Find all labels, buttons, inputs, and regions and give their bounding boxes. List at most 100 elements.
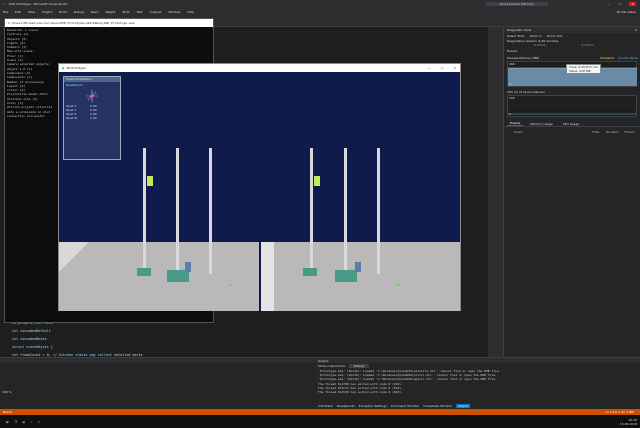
- gizmo-center: [90, 94, 94, 98]
- zoom-level[interactable]: 100 %: [2, 390, 12, 394]
- menu-item-test[interactable]: Test: [137, 10, 143, 14]
- output-panel: Output Show output from: Debug 'Prototyp…: [0, 357, 640, 409]
- app-minimize-icon[interactable]: —: [428, 66, 431, 70]
- flag: [314, 176, 320, 186]
- vs-menu-bar: File Edit View Project Build Debug Team …: [0, 8, 640, 15]
- memory-legend: Process Memory (MB) Snapshot Private Byt…: [504, 56, 640, 60]
- output-line: The thread 0x1530 has exited with code 0…: [318, 390, 403, 395]
- head-orientation-panel[interactable]: Head Orientation Quaternion Quat X 0.00 Qu…: [63, 76, 121, 160]
- output-line: 'Prototype.exe' (Win32): Loaded 'C:\Wind…: [318, 377, 497, 382]
- tab-events[interactable]: Events: [507, 121, 524, 126]
- diag-tabs: Events Memory Usage CPU Usage: [504, 121, 640, 127]
- col-event[interactable]: Event: [514, 130, 592, 134]
- menu-item-view[interactable]: View: [28, 10, 35, 14]
- menu-item-project[interactable]: Project: [42, 10, 52, 14]
- output-source-label: Show output from:: [318, 364, 346, 368]
- status-ready: Ready: [3, 410, 13, 414]
- menu-item-tools[interactable]: Tools: [122, 10, 129, 14]
- box: [303, 268, 317, 276]
- memory-label: Process Memory (MB): [507, 56, 540, 60]
- windows-start-icon[interactable]: ⊞: [6, 420, 9, 424]
- orientation-gizmo-icon: [86, 90, 98, 102]
- tab-exception-settings[interactable]: Exception Settings: [359, 404, 387, 408]
- app-close-icon[interactable]: ✕: [453, 66, 456, 70]
- marker: [229, 284, 233, 286]
- quat-row: Quat W 1.00: [66, 116, 118, 120]
- minimize-icon[interactable]: —: [608, 2, 611, 6]
- cpu-max: 100: [509, 96, 515, 100]
- zoom-in-button[interactable]: Zoom In: [530, 34, 542, 38]
- quick-launch-input[interactable]: Quick Launch (Ctrl+Q): [485, 2, 548, 6]
- output-source-select[interactable]: Debug: [348, 364, 369, 368]
- tab-memory-usage[interactable]: Memory Usage: [527, 122, 556, 126]
- close-icon[interactable]: ✕: [629, 2, 636, 6]
- console-taskbar-icon[interactable]: ▭: [38, 420, 41, 424]
- events-table-header: Event Time Duration Thread: [504, 130, 640, 134]
- pole: [344, 148, 347, 282]
- tab-command-window[interactable]: Command Window: [391, 404, 419, 408]
- cpu-graph: [508, 105, 637, 115]
- quat-rows: Quat X 0.00 Quat Y 0.00 Quat Z 0.00 Quat W 1.00: [64, 104, 120, 120]
- memory-min: 0: [509, 82, 511, 86]
- user-name[interactable]: Michał Gałan: [617, 10, 636, 14]
- vs-logo-icon: ∞: [3, 2, 6, 6]
- cpu-chart[interactable]: 100 0: [507, 95, 637, 117]
- private-bytes-legend: Private Bytes: [618, 56, 638, 60]
- quat-row-value: 1.00: [90, 116, 97, 120]
- output-log[interactable]: 'Prototype.exe' (Win32): Loaded 'C:\Wind…: [318, 369, 503, 394]
- tab-cpu-usage[interactable]: CPU Usage: [560, 122, 582, 126]
- diag-title: Diagnostic Tools: [507, 28, 532, 32]
- cpu-label: CPU (% of all processors): [507, 90, 545, 94]
- output-title: Output: [318, 358, 329, 363]
- menu-item-help[interactable]: Help: [187, 10, 194, 14]
- zoom-out-button[interactable]: Zoom Out: [547, 34, 562, 38]
- menu-item-nsight[interactable]: Nsight: [106, 10, 116, 14]
- floor-left: [59, 242, 259, 311]
- menu-item-team[interactable]: Team: [91, 10, 99, 14]
- tab-breakpoints[interactable]: Breakpoints: [337, 404, 355, 408]
- tab-output[interactable]: Output: [455, 404, 471, 408]
- menu-item-file[interactable]: File: [3, 10, 8, 14]
- output-tabs: Call Stack Breakpoints Exception Setting…: [318, 404, 471, 408]
- memory-chart[interactable]: Time: 9:25:813 min Value: 410 MB 466 0: [507, 61, 637, 87]
- window-title: OVR_Prototype - Microsoft Visual Studio: [8, 2, 68, 6]
- diag-close-icon[interactable]: ✕: [634, 28, 637, 32]
- ruler-label: 9:25min: [534, 43, 547, 47]
- flag: [147, 176, 153, 186]
- box: [335, 270, 357, 282]
- tab-call-stack[interactable]: Call Stack: [318, 404, 333, 408]
- col-duration[interactable]: Duration: [606, 130, 624, 134]
- menu-item-debug[interactable]: Debug: [74, 10, 84, 14]
- memory-tooltip: Time: 9:25:813 min Value: 410 MB: [566, 64, 602, 74]
- vr-viewport[interactable]: Head Orientation Quaternion Quat X 0.00 Qu…: [59, 72, 460, 311]
- pole: [176, 148, 179, 282]
- pole: [377, 148, 380, 274]
- box: [185, 262, 191, 272]
- snapshot-legend: Snapshot: [600, 56, 615, 60]
- menu-item-analyze[interactable]: Analyze: [150, 10, 162, 14]
- col-time[interactable]: Time: [592, 130, 606, 134]
- col-thread[interactable]: Thread: [624, 130, 635, 134]
- select-tools-button[interactable]: Select Tools: [507, 34, 525, 38]
- menu-item-build[interactable]: Build: [59, 10, 67, 14]
- pole: [143, 148, 146, 268]
- app-maximize-icon[interactable]: ▢: [441, 66, 444, 70]
- events-label: Events: [507, 49, 518, 53]
- tab-immediate-window[interactable]: Immediate Window: [423, 404, 452, 408]
- app-title: VR Prototype: [66, 66, 86, 70]
- status-position: Ln 1 Col 1 Ch 1 INS: [605, 410, 634, 414]
- app-icon: ◆: [62, 66, 65, 70]
- menu-item-window[interactable]: Window: [168, 10, 180, 14]
- explorer-icon[interactable]: ▤: [22, 420, 25, 424]
- memory-max: 466: [509, 62, 515, 66]
- box: [137, 268, 151, 276]
- visual-studio-taskbar-icon[interactable]: ∞: [30, 420, 33, 424]
- vr-app-window[interactable]: ◆ VR Prototype — ▢ ✕ Head Orientation Qu…: [58, 63, 461, 311]
- maximize-icon[interactable]: ▢: [619, 2, 622, 6]
- code-line: int isLoadedBoxes: [12, 337, 47, 341]
- clock[interactable]: 16:18 15.05.2018: [620, 418, 637, 426]
- menu-item-edit[interactable]: Edit: [15, 10, 21, 14]
- diag-ruler: 9:25min 9:26min: [504, 43, 640, 47]
- task-view-icon[interactable]: ❐: [15, 420, 18, 424]
- cpu-min: 0: [509, 112, 511, 116]
